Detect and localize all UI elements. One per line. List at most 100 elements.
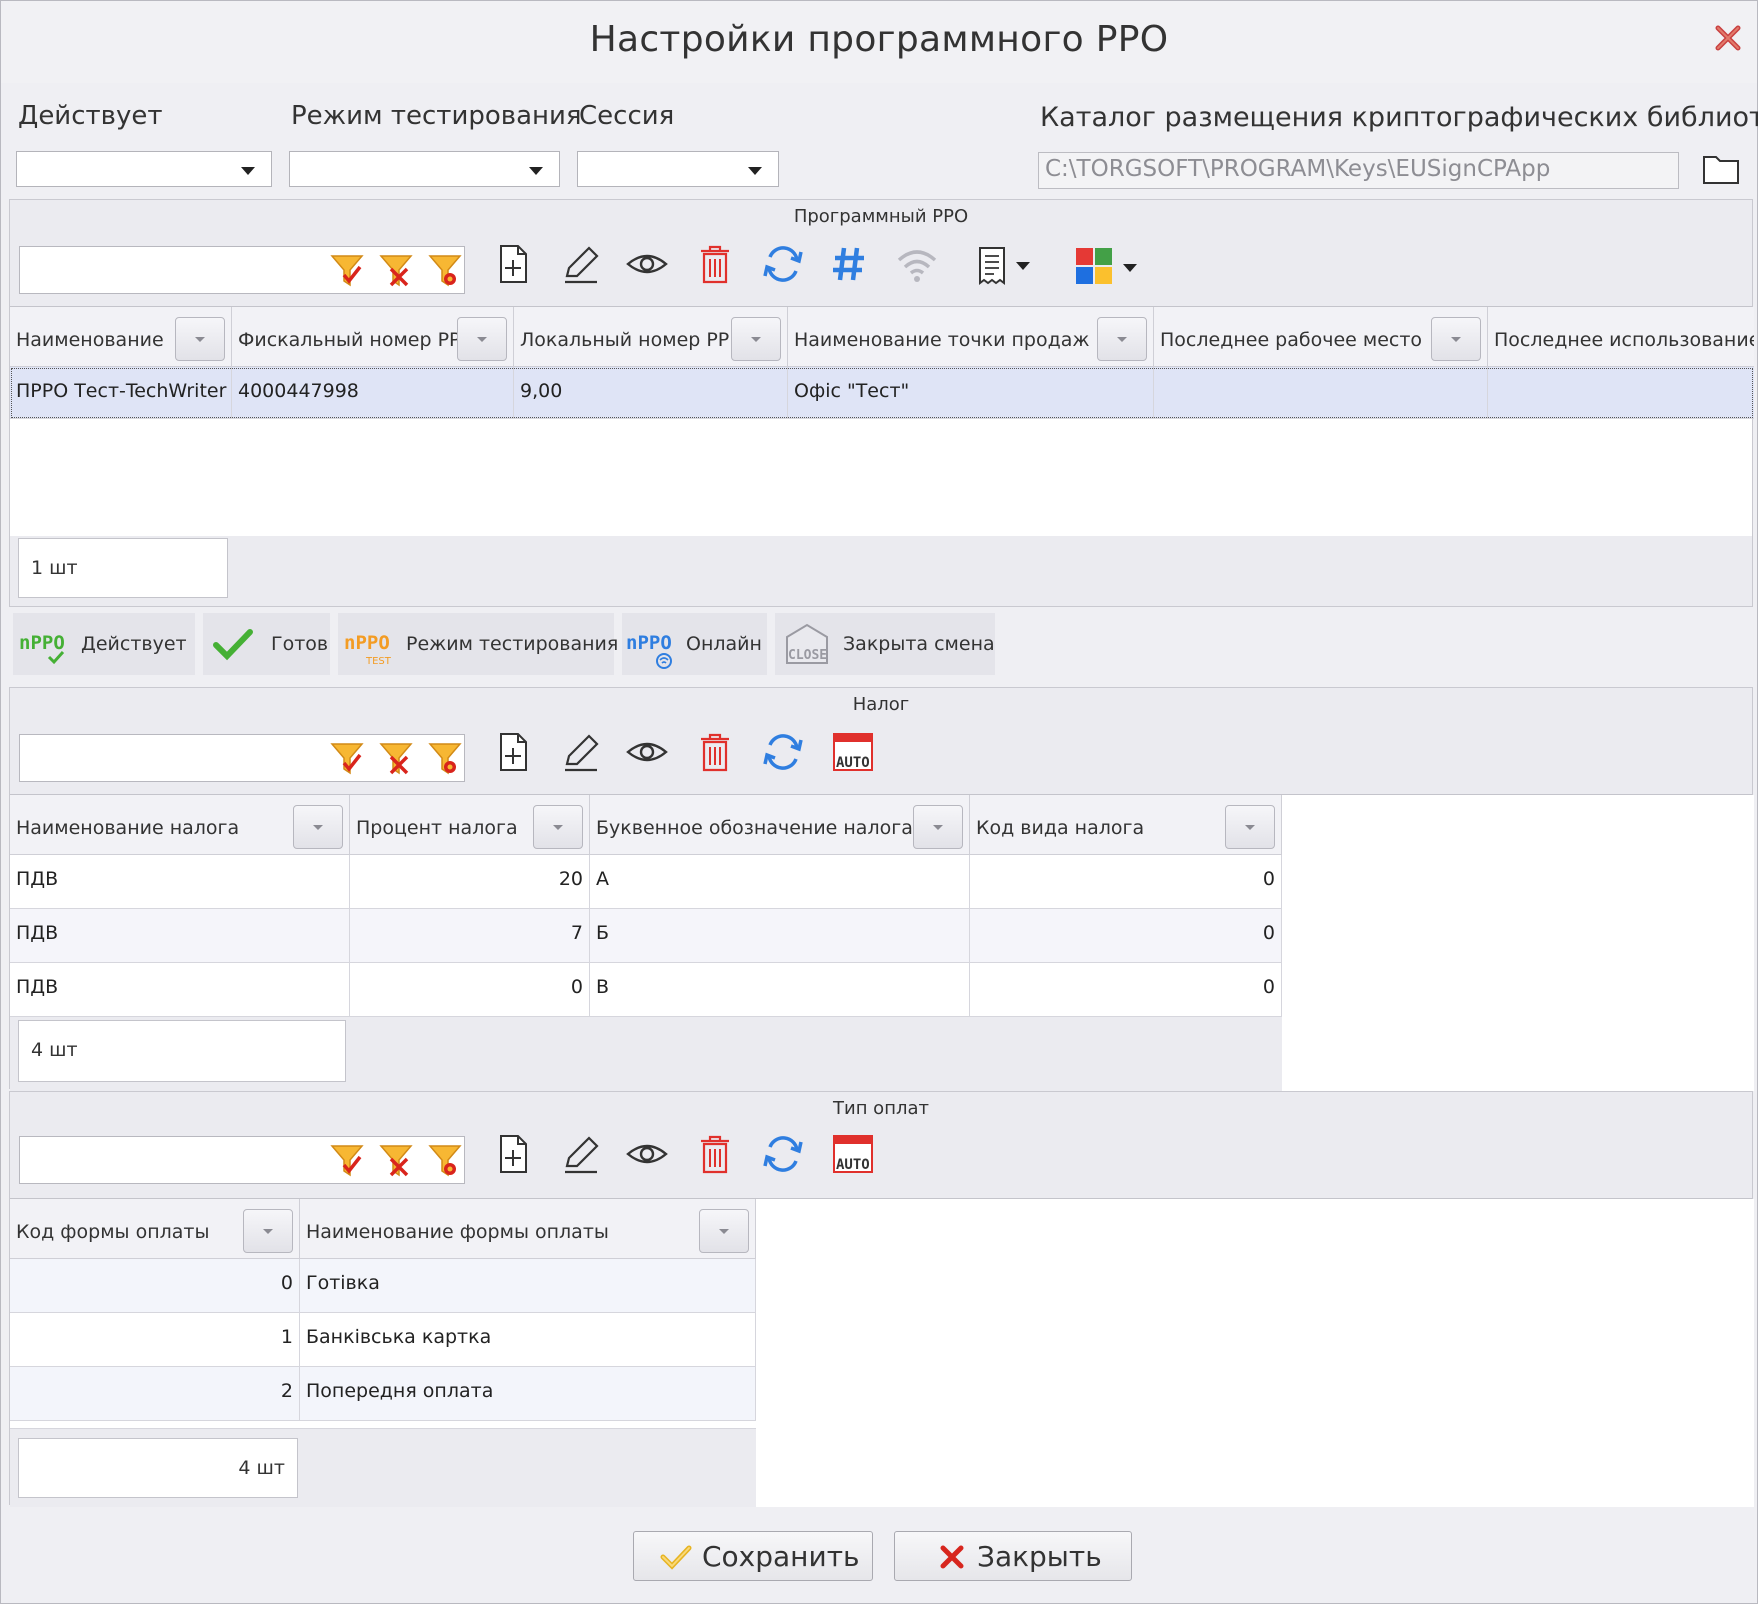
filter-apply-icon[interactable] [330,741,364,777]
prro-grid: Наименование Фискальный номер РР Локальн… [10,306,1754,536]
session-filter-select[interactable] [577,151,779,187]
receipt-icon [979,247,1005,285]
tax-toolbar: AUTO [10,724,1752,786]
column-filter-button[interactable] [1097,317,1147,361]
auto-calendar-icon[interactable]: AUTO [831,730,875,774]
svg-text:nPPO: nPPO [19,632,65,654]
status-shift-closed: CLOSE Закрыта смена [775,613,995,675]
tax-count: 4 шт [18,1020,346,1082]
prro-col-name[interactable]: Наименование [10,307,232,367]
column-filter-button[interactable] [913,805,963,849]
filter-settings-icon[interactable] [428,1143,462,1179]
add-document-icon[interactable] [491,242,535,286]
color-menu-button[interactable] [1076,248,1146,292]
filter-settings-icon[interactable] [428,741,462,777]
tax-col-kind-code[interactable]: Код вида налога [970,795,1282,855]
table-row[interactable]: 0 Готівка [10,1259,756,1313]
payment-count: 4 шт [18,1438,298,1498]
svg-text:AUTO: AUTO [836,1157,870,1173]
column-filter-button[interactable] [731,317,781,361]
close-icon [940,1545,964,1569]
wifi-online-icon[interactable] [895,242,939,286]
table-row[interactable]: ПДВ 0 В 0 [10,963,1282,1017]
catalog-path-input[interactable]: C:\TORGSOFT\PROGRAM\Keys\EUSignCPApp [1038,152,1679,189]
receipt-menu-button[interactable] [976,246,1040,290]
filter-apply-icon[interactable] [330,1143,364,1179]
table-row[interactable]: ПДВ 20 А 0 [10,855,1282,909]
filter-apply-icon[interactable] [330,253,364,289]
prro-col-local-number[interactable]: Локальный номер РР [514,307,788,367]
delete-trash-icon[interactable] [693,1132,737,1176]
session-filter-label: Сессия [579,101,675,131]
add-document-icon[interactable] [491,1132,535,1176]
payment-col-code[interactable]: Код формы оплаты [10,1199,300,1259]
tax-col-name[interactable]: Наименование налога [10,795,350,855]
view-eye-icon[interactable] [625,1132,669,1176]
title-bar: Настройки программного РРО [1,1,1757,83]
active-filter-select[interactable] [16,151,272,187]
prro-online-icon: nPPO [626,632,672,669]
column-filter-button[interactable] [293,805,343,849]
column-filter-button[interactable] [175,317,225,361]
table-row[interactable]: 1 Банківська картка [10,1313,756,1367]
tax-col-percent[interactable]: Процент налога [350,795,590,855]
prro-col-fiscal-number[interactable]: Фискальный номер РР [232,307,514,367]
filter-settings-icon[interactable] [428,253,462,289]
status-online: nPPO Онлайн [622,613,767,675]
refresh-icon[interactable] [761,242,805,286]
checkmark-icon [660,1545,692,1570]
prro-active-icon: nPPO [19,632,65,665]
table-row[interactable]: ПДВ 7 Б 0 [10,909,1282,963]
delete-trash-icon[interactable] [693,242,737,286]
edit-pencil-icon[interactable] [559,242,603,286]
prro-search-input[interactable] [19,246,465,294]
close-window-icon[interactable] [1713,23,1743,53]
view-eye-icon[interactable] [625,730,669,774]
svg-text:CLOSE: CLOSE [788,648,827,663]
status-ready: Готов [203,613,330,675]
folder-icon[interactable] [1702,153,1740,185]
prro-section: Программный РРО Наименование Фискальный … [9,199,1754,607]
delete-trash-icon[interactable] [693,730,737,774]
prro-col-point-of-sale[interactable]: Наименование точки продаж [788,307,1154,367]
payment-section-title: Тип оплат [833,1098,929,1119]
chevron-down-icon [529,167,543,175]
add-document-icon[interactable] [491,730,535,774]
tax-search-input[interactable] [19,734,465,782]
close-button[interactable]: Закрыть [894,1531,1132,1581]
refresh-icon[interactable] [761,730,805,774]
filter-clear-icon[interactable] [379,741,413,777]
payment-col-name[interactable]: Наименование формы оплаты [300,1199,756,1259]
close-shift-icon: CLOSE [786,623,828,664]
tax-col-letter[interactable]: Буквенное обозначение налога [590,795,970,855]
column-filter-button[interactable] [699,1209,749,1253]
status-test-mode: nPPO TEST Режим тестирования [338,613,618,675]
svg-text:nPPO: nPPO [626,632,672,654]
table-row[interactable]: 2 Попередня оплата [10,1367,756,1421]
payment-section: Тип оплат AUTO Код формы оплаты Наименов… [9,1091,1754,1507]
table-row[interactable]: ПРРО Тест-TechWriter 4000447998 9,00 Офі… [10,367,1754,419]
auto-calendar-icon[interactable]: AUTO [831,1132,875,1176]
column-filter-button[interactable] [243,1209,293,1253]
hash-number-icon[interactable] [827,242,871,286]
column-filter-button[interactable] [1431,317,1481,361]
payment-search-input[interactable] [19,1136,465,1184]
column-filter-button[interactable] [1225,805,1275,849]
test-mode-filter-select[interactable] [289,151,560,187]
prro-col-last-used[interactable]: Последнее использование [1488,307,1754,367]
status-active: nPPO Действует [13,613,195,675]
filter-clear-icon[interactable] [379,1143,413,1179]
filter-clear-icon[interactable] [379,253,413,289]
prro-col-last-workplace[interactable]: Последнее рабочее место [1154,307,1488,367]
refresh-icon[interactable] [761,1132,805,1176]
column-filter-button[interactable] [533,805,583,849]
edit-pencil-icon[interactable] [559,1132,603,1176]
column-filter-button[interactable] [457,317,507,361]
edit-pencil-icon[interactable] [559,730,603,774]
save-button[interactable]: Сохранить [633,1531,873,1581]
view-eye-icon[interactable] [625,242,669,286]
settings-dialog: Настройки программного РРО Действует Реж… [0,0,1758,1604]
chevron-down-icon [1123,264,1137,272]
tax-section-title: Налог [852,694,910,715]
prro-section-title: Программный РРО [793,206,969,227]
